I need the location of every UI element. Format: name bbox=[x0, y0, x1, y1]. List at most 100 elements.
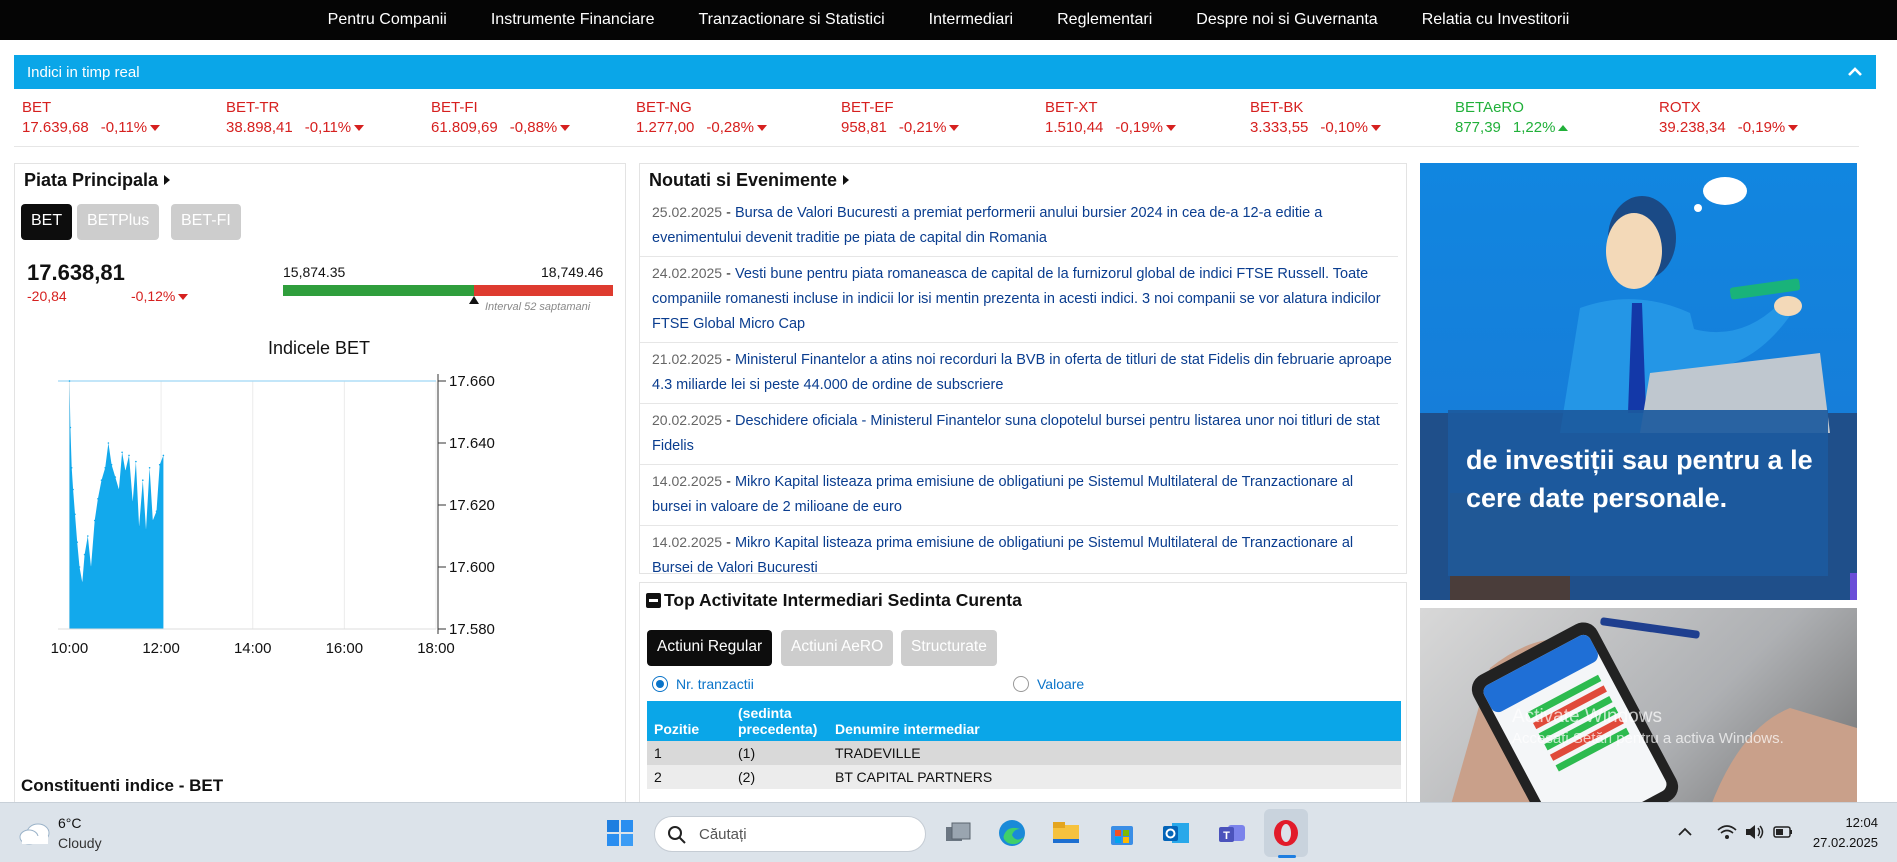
news-item[interactable]: 21.02.2025 - Ministerul Finantelor a ati… bbox=[640, 343, 1398, 404]
index-value: 39.238,34 bbox=[1659, 119, 1726, 136]
svg-text:T: T bbox=[1223, 830, 1230, 842]
news-link[interactable]: Bursa de Valori Bucuresti a premiat perf… bbox=[652, 205, 1322, 246]
index-bet-bk[interactable]: BET-BK 3.333,55 -0,10% bbox=[1250, 99, 1450, 136]
nav-relatia-investitori[interactable]: Relatia cu Investitorii bbox=[1400, 11, 1592, 29]
tab-betplus[interactable]: BETPlus bbox=[77, 204, 160, 240]
microsoft-store-icon[interactable] bbox=[1106, 817, 1138, 849]
nav-tranzactionare[interactable]: Tranzactionare si Statistici bbox=[676, 11, 906, 29]
intermediari-title: Top Activitate Intermediari Sedinta Cure… bbox=[646, 590, 1022, 611]
taskbar-search[interactable]: Căutați bbox=[654, 816, 926, 852]
nav-reglementari[interactable]: Reglementari bbox=[1035, 11, 1174, 29]
arrow-down-icon bbox=[1370, 125, 1381, 131]
news-item[interactable]: 20.02.2025 - Deschidere oficiala - Minis… bbox=[640, 404, 1398, 465]
weather-temp[interactable]: 6°C bbox=[58, 815, 82, 831]
ad-banner-investitii[interactable]: de investiții sau pentru a le cere date … bbox=[1420, 163, 1857, 600]
indices-strip: BET 17.639,68 -0,11% BET-TR 38.898,41 -0,1… bbox=[14, 95, 1859, 147]
news-date: 24.02.2025 bbox=[652, 265, 723, 281]
table-row[interactable]: 2 (2) BT CAPITAL PARTNERS bbox=[647, 765, 1401, 789]
nav-instrumente-financiare[interactable]: Instrumente Financiare bbox=[469, 11, 677, 29]
index-change: 1,22% bbox=[1512, 119, 1556, 136]
windows-start-icon[interactable] bbox=[604, 817, 636, 849]
index-tabs: BET BETPlus BET-FI bbox=[21, 204, 321, 240]
news-item[interactable]: 25.02.2025 - Bursa de Valori Bucuresti a… bbox=[640, 196, 1398, 257]
index-bet[interactable]: BET 17.639,68 -0,11% bbox=[22, 99, 222, 136]
edge-browser-icon[interactable] bbox=[996, 817, 1028, 849]
chart-y-tick-label: 17.620 bbox=[449, 497, 495, 514]
outlook-icon[interactable] bbox=[1160, 817, 1192, 849]
index-change: -0,10% bbox=[1320, 119, 1368, 136]
chart-x-tick-label: 10:00 bbox=[51, 640, 89, 657]
chart-point bbox=[158, 463, 161, 466]
page-content: Indici in timp real BET 17.639,68 -0,11% … bbox=[0, 40, 1897, 822]
index-bet-ef[interactable]: BET-EF 958,81 -0,21% bbox=[841, 99, 1041, 136]
news-title[interactable]: Noutati si Evenimente bbox=[649, 170, 850, 191]
arrow-down-icon bbox=[178, 294, 189, 300]
news-item[interactable]: 14.02.2025 - Mikro Kapital listeaza prim… bbox=[640, 465, 1398, 526]
chart-point bbox=[114, 476, 117, 478]
index-bet-tr[interactable]: BET-TR 38.898,41 -0,11% bbox=[226, 99, 426, 136]
realtime-indices-header[interactable]: Indici in timp real bbox=[14, 55, 1876, 89]
range-bar-fill bbox=[283, 285, 475, 296]
radio-nr-tranzactii[interactable]: Nr. tranzactii bbox=[652, 676, 754, 692]
chevron-up-icon[interactable] bbox=[1676, 825, 1694, 839]
opera-browser-icon[interactable] bbox=[1270, 817, 1302, 849]
index-name: BET-BK bbox=[1250, 99, 1304, 116]
news-link[interactable]: Vesti bune pentru piata romaneasca de ca… bbox=[652, 266, 1381, 332]
caret-right-icon bbox=[843, 175, 850, 185]
index-betaero[interactable]: BETAeRO 877,39 1,22% bbox=[1455, 99, 1655, 136]
ad-banner-mobile-app[interactable]: Activate Windows Accesați Setări pentru … bbox=[1420, 608, 1857, 808]
index-current-value: 17.638,81 bbox=[27, 260, 125, 285]
news-item[interactable]: 14.02.2025 - Mikro Kapital listeaza prim… bbox=[640, 526, 1398, 586]
chart-area-series[interactable] bbox=[69, 381, 164, 629]
index-bet-fi[interactable]: BET-FI 61.809,69 -0,88% bbox=[431, 99, 631, 136]
tab-actiuni-regular[interactable]: Actiuni Regular bbox=[647, 630, 773, 666]
news-date: 21.02.2025 bbox=[652, 351, 723, 367]
news-link[interactable]: Ministerul Finantelor a atins noi record… bbox=[652, 352, 1392, 393]
search-icon bbox=[668, 826, 686, 844]
index-name: BETAeRO bbox=[1455, 99, 1524, 116]
task-view-icon[interactable] bbox=[942, 817, 974, 849]
clock-date[interactable]: 27.02.2025 bbox=[1808, 835, 1878, 850]
range-bar bbox=[283, 285, 613, 304]
chart-y-tick-label: 17.660 bbox=[449, 373, 495, 390]
news-item[interactable]: 24.02.2025 - Vesti bune pentru piata rom… bbox=[640, 257, 1398, 343]
wifi-icon[interactable] bbox=[1716, 823, 1738, 841]
radio-unselected-icon[interactable] bbox=[1013, 676, 1029, 692]
collapse-icon[interactable] bbox=[646, 593, 661, 608]
tab-bet-fi[interactable]: BET-FI bbox=[171, 204, 241, 240]
windows-watermark-subtitle: Accesați Setări pentru a activa Windows. bbox=[1512, 730, 1784, 747]
intermediari-table: Pozitie (sedinta precedenta) Denumire in… bbox=[647, 701, 1401, 789]
chart-point bbox=[128, 454, 130, 457]
news-link[interactable]: Mikro Kapital listeaza prima emisiune de… bbox=[652, 535, 1353, 576]
nav-pentru-companii[interactable]: Pentru Companii bbox=[306, 11, 469, 29]
chart-point bbox=[124, 470, 127, 472]
nav-intermediari[interactable]: Intermediari bbox=[907, 11, 1035, 29]
index-bet-xt[interactable]: BET-XT 1.510,44 -0,19% bbox=[1045, 99, 1245, 136]
bet-index-chart[interactable]: Indicele BET 10:00 12:00 14:00 16:00 18:00 17… bbox=[15, 324, 627, 704]
radio-selected-icon[interactable] bbox=[652, 676, 668, 692]
clock-time[interactable]: 12:04 bbox=[1818, 815, 1878, 830]
tab-bet[interactable]: BET bbox=[21, 204, 73, 240]
teams-icon[interactable]: T bbox=[1216, 817, 1248, 849]
index-change: -0,88% bbox=[509, 119, 558, 136]
tab-structurate[interactable]: Structurate bbox=[901, 630, 997, 666]
nav-despre-noi[interactable]: Despre noi si Guvernanta bbox=[1174, 11, 1399, 29]
weather-condition[interactable]: Cloudy bbox=[58, 835, 102, 851]
chevron-up-icon[interactable] bbox=[1846, 63, 1864, 81]
piata-title[interactable]: Piata Principala bbox=[24, 170, 171, 191]
chart-point bbox=[93, 519, 96, 522]
radio-valoare[interactable]: Valoare bbox=[1013, 676, 1084, 692]
chart-point bbox=[131, 501, 134, 503]
cloudy-weather-icon[interactable] bbox=[18, 819, 52, 845]
index-rotx[interactable]: ROTX 39.238,34 -0,19% bbox=[1659, 99, 1859, 136]
chart-y-tick-label: 17.600 bbox=[449, 559, 495, 576]
windows-watermark-title: Activate Windows bbox=[1512, 706, 1662, 727]
volume-icon[interactable] bbox=[1744, 823, 1766, 841]
index-bet-ng[interactable]: BET-NG 1.277,00 -0,28% bbox=[636, 99, 836, 136]
news-link[interactable]: Deschidere oficiala - Ministerul Finante… bbox=[652, 413, 1380, 454]
tab-actiuni-aero[interactable]: Actiuni AeRO bbox=[781, 630, 894, 666]
battery-icon[interactable] bbox=[1772, 823, 1794, 841]
news-link[interactable]: Mikro Kapital listeaza prima emisiune de… bbox=[652, 474, 1353, 515]
table-row[interactable]: 1 (1) TRADEVILLE bbox=[647, 741, 1401, 765]
file-explorer-icon[interactable] bbox=[1050, 817, 1082, 849]
